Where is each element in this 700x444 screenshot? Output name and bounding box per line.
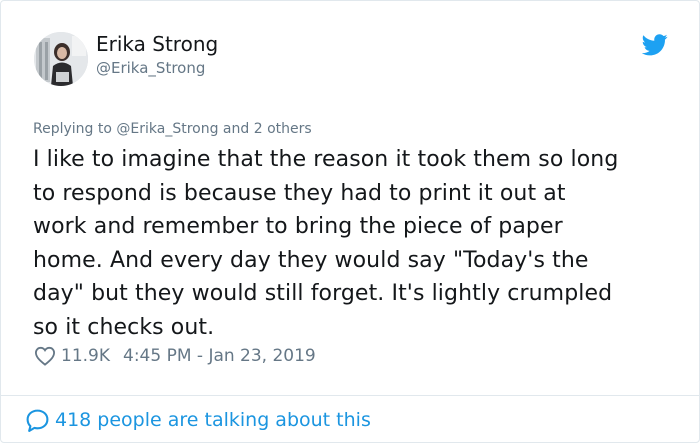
heart-outline-icon[interactable]	[34, 346, 56, 366]
avatar[interactable]	[34, 32, 88, 86]
tweet-text-line: home. And every day they would say "Toda…	[33, 247, 589, 273]
conversation-link[interactable]: 418 people are talking about this	[25, 406, 371, 434]
tweet-text-line: day" but they would still forget. It's l…	[33, 281, 613, 306]
tweet-meta: 11.9K 4:45 PM - Jan 23, 2019	[34, 344, 316, 368]
tweet-text-line: I like to imagine that the reason it too…	[33, 147, 619, 172]
like-count[interactable]: 11.9K	[61, 346, 110, 366]
replying-to-line: Replying to @Erika_Strong and 2 others	[33, 121, 312, 137]
tweet-text-line: to respond is because they had to print …	[33, 180, 566, 206]
reply-mention-link[interactable]: @Erika_Strong	[116, 121, 218, 137]
divider	[1, 395, 699, 396]
tweet-timestamp[interactable]: 4:45 PM - Jan 23, 2019	[123, 346, 316, 366]
avatar-photo	[34, 32, 88, 86]
talking-about-label[interactable]: 418 people are talking about this	[55, 409, 371, 431]
speech-bubble-icon	[26, 409, 49, 432]
tweet-text: I like to imagine that the reason it too…	[33, 143, 683, 344]
tweet-text-line: so it checks out.	[33, 314, 215, 340]
author-handle[interactable]: @Erika_Strong	[96, 59, 205, 77]
twitter-bird-icon[interactable]	[642, 34, 668, 56]
tweet-card: Erika Strong @Erika_Strong Replying to @…	[0, 0, 700, 443]
author-name[interactable]: Erika Strong	[96, 32, 218, 56]
reply-others[interactable]: and 2 others	[218, 121, 312, 137]
reply-prefix: Replying to	[33, 121, 117, 137]
tweet-text-line: work and remember to bring the piece of …	[33, 214, 563, 239]
